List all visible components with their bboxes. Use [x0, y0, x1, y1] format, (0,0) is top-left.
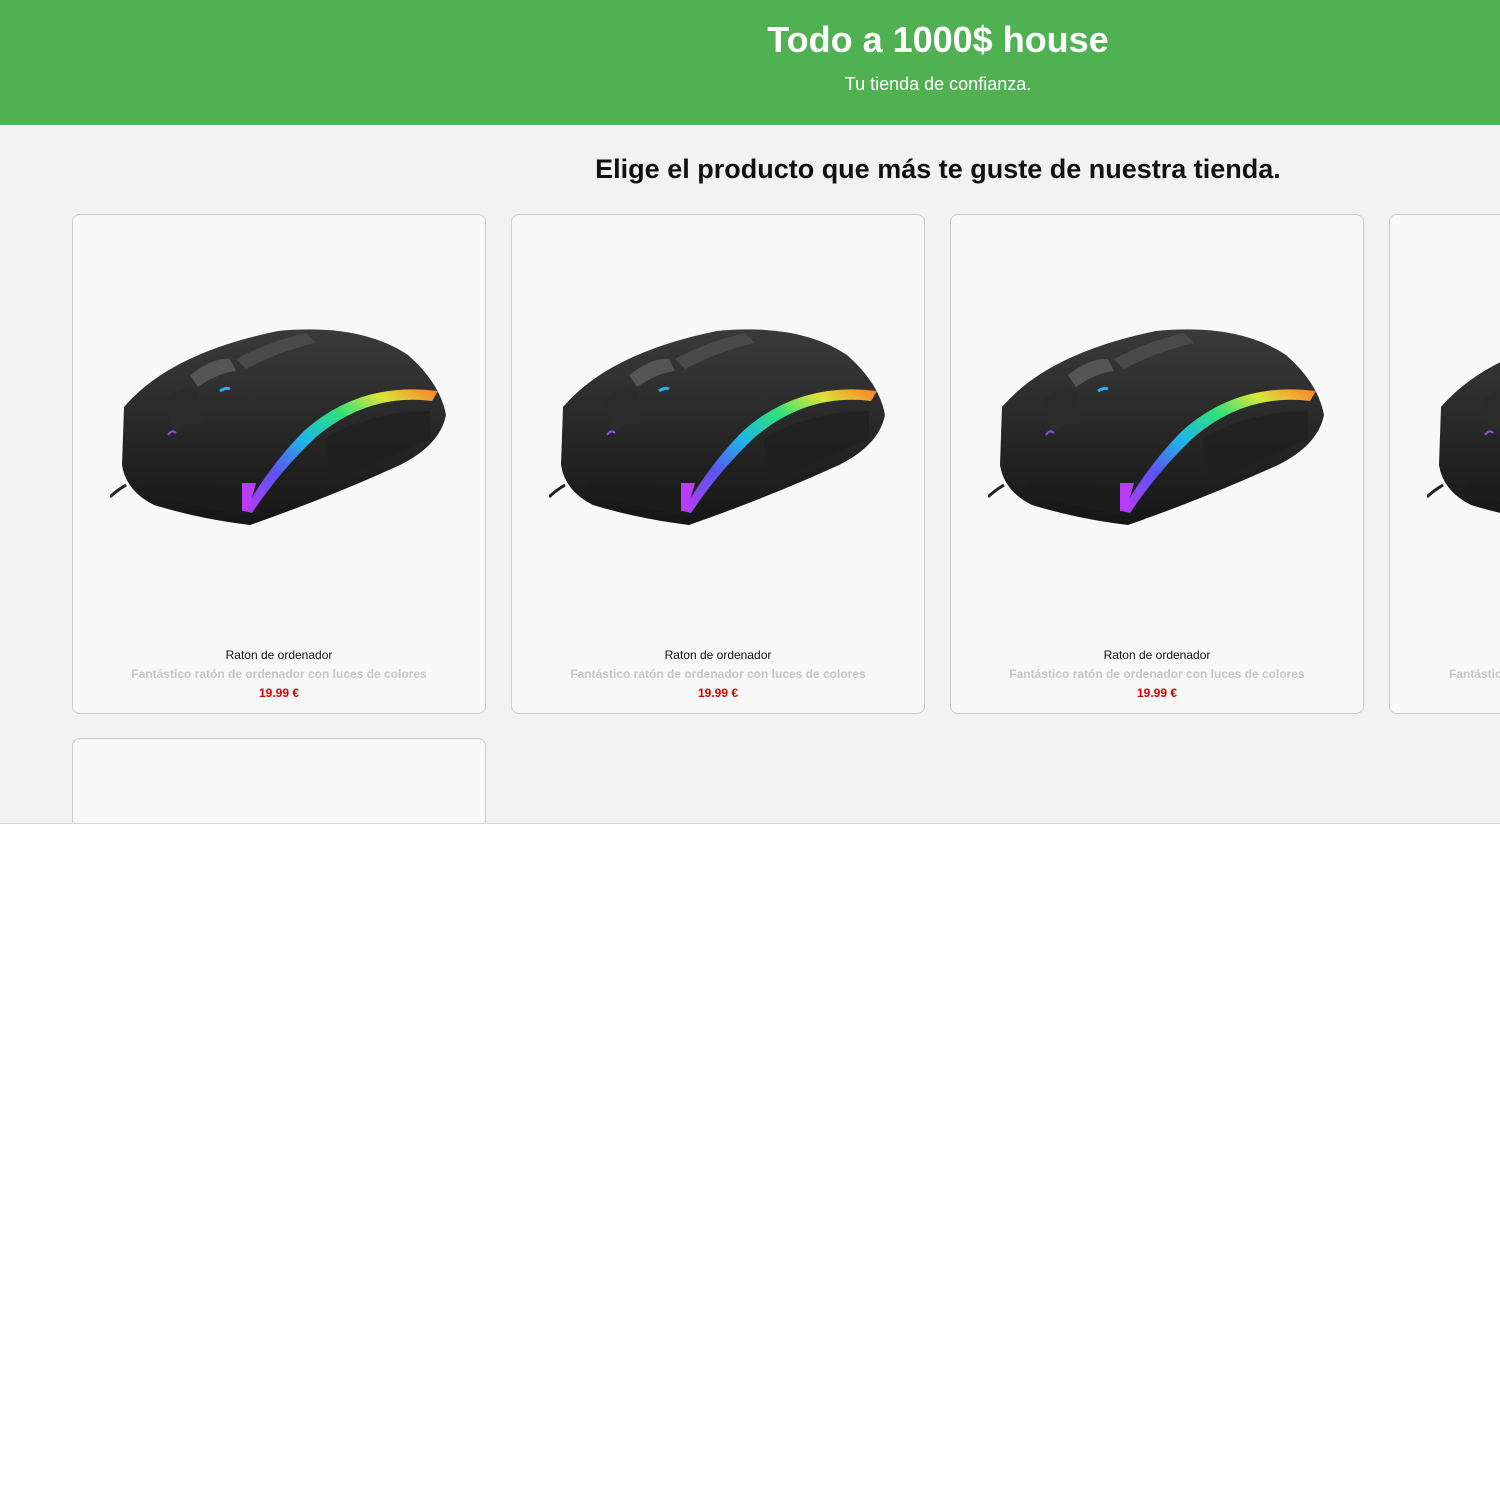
product-image[interactable] — [110, 315, 450, 525]
product-name: Raton de ordenador — [1103, 648, 1211, 662]
site-subtitle: Tu tienda de confianza. — [844, 74, 1032, 94]
product-description: Fantástico ratón de ordenador con luces … — [570, 667, 866, 681]
product-description: Fantástico ratón de ordenador con luces … — [131, 667, 427, 681]
site-title: Todo a 1000$ house — [767, 19, 1109, 60]
products-section: Elige el producto que más te guste de nu… — [0, 125, 1500, 824]
product-name: Raton de ordenador — [225, 648, 333, 662]
product-price: 19.99 € — [697, 686, 739, 700]
product-card[interactable]: Raton de ordenador Fantástico ratón de o… — [72, 214, 486, 714]
section-heading: Elige el producto que más te guste de nu… — [595, 154, 1281, 184]
product-description: Fantástic — [1449, 667, 1500, 681]
product-name: Raton de ordenador — [664, 648, 772, 662]
product-card[interactable] — [72, 738, 486, 823]
product-price: 19.99 € — [1136, 686, 1178, 700]
product-price: 19.99 € — [258, 686, 300, 700]
site-header: Todo a 1000$ house Tu tienda de confianz… — [0, 0, 1500, 125]
product-image[interactable] — [988, 315, 1328, 525]
product-card[interactable]: Raton de ordenador Fantástico ratón de o… — [950, 214, 1364, 714]
product-card[interactable]: Fantástic — [1389, 214, 1500, 714]
product-image[interactable] — [549, 315, 889, 525]
product-card[interactable]: Raton de ordenador Fantástico ratón de o… — [511, 214, 925, 714]
product-description: Fantástico ratón de ordenador con luces … — [1009, 667, 1305, 681]
product-image[interactable] — [1427, 315, 1500, 525]
